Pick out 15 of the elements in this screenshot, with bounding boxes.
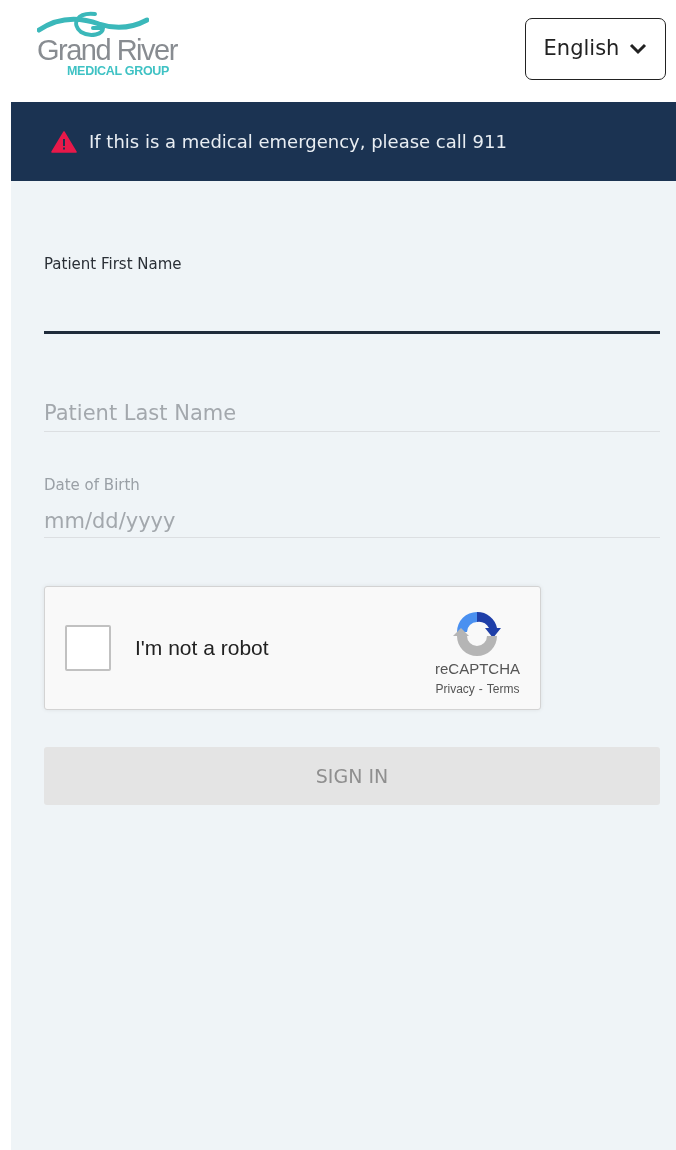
warning-icon xyxy=(51,130,77,153)
recaptcha-brand: reCAPTCHA xyxy=(435,658,520,679)
privacy-link[interactable]: Privacy xyxy=(435,680,475,699)
language-dropdown[interactable]: English xyxy=(525,18,666,80)
alert-text: If this is a medical emergency, please call 911 xyxy=(89,130,507,154)
field-label: Patient First Name xyxy=(44,254,183,275)
logo-subtitle: MEDICAL GROUP xyxy=(67,65,171,78)
captcha-label: I'm not a robot xyxy=(135,635,270,662)
logo-wordmark: Grand River xyxy=(37,36,177,65)
separator: - xyxy=(478,681,483,699)
chevron-down-icon xyxy=(629,43,648,55)
wave-logo-icon xyxy=(37,10,149,40)
terms-link[interactable]: Terms xyxy=(486,680,520,699)
captcha-checkbox[interactable] xyxy=(65,625,111,671)
field-label: Date of Birth xyxy=(44,474,141,496)
